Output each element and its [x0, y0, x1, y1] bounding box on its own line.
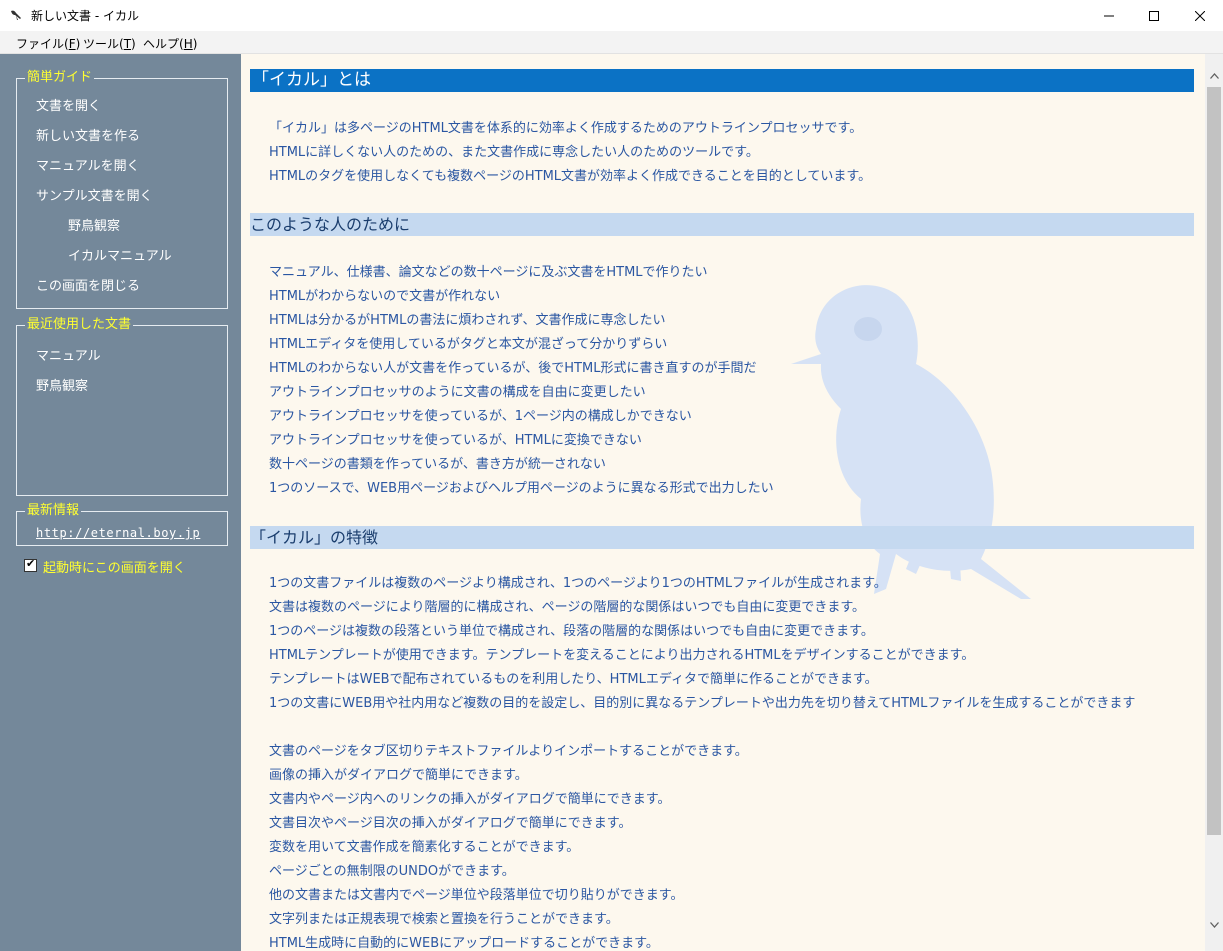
quick-guide-title: 簡単ガイド [25, 69, 95, 86]
recent-documents-title: 最近使用した文書 [25, 316, 134, 333]
sidebar-item-open-sample[interactable]: サンプル文書を開く [36, 188, 153, 205]
sidebar-item-sample-ikaru-manual[interactable]: イカルマニュアル [68, 248, 172, 265]
sidebar-item-open-document[interactable]: 文書を開く [36, 98, 101, 115]
feature-line-6: 1つの文書にWEB用や社内用など複数の目的を設定し、目的別に異なるテンプレートや… [269, 696, 1136, 711]
recent-documents-group: 最近使用した文書 マニュアル 野鳥観察 [16, 316, 228, 496]
scroll-down-button[interactable] [1205, 916, 1223, 934]
feature-line-13: 他の文書または文書内でページ単位や段落単位で切り貼りができます。 [269, 888, 684, 903]
startup-checkbox[interactable]: ✔ [24, 557, 37, 572]
feature-line-15: HTML生成時に自動的にWEBにアップロードすることができます。 [269, 936, 659, 951]
recent-item-manual[interactable]: マニュアル [36, 348, 101, 365]
about-line-2: HTMLに詳しくない人のための、また文書作成に専念したい人のためのツールです。 [269, 145, 759, 160]
window-title: 新しい文書 - イカル [31, 9, 139, 23]
feature-line-14: 文字列または正規表現で検索と置換を行うことができます。 [269, 912, 619, 927]
feature-line-7: 文書のページをタブ区切りテキストファイルよりインポートすることができます。 [269, 744, 748, 759]
sidebar: 簡単ガイド 文書を開く 新しい文書を作る マニュアルを開く サンプル文書を開く … [0, 54, 241, 951]
target-line-1: マニュアル、仕様書、論文などの数十ページに及ぶ文書をHTMLで作りたい [269, 265, 708, 280]
target-line-9: 数十ページの書類を作っているが、書き方が統一されない [269, 457, 606, 472]
about-line-1: 「イカル」は多ページのHTML文書を体系的に効率よく作成するためのアウトラインプ… [269, 121, 863, 136]
startup-checkbox-label[interactable]: 起動時にこの画面を開く [43, 557, 186, 576]
feature-line-12: ページごとの無制限のUNDOができます。 [269, 864, 515, 879]
heading-target-users: このような人のために [250, 213, 1194, 236]
menu-tools[interactable]: ツール(T) [83, 35, 136, 52]
feature-line-5: テンプレートはWEBで配布されているものを利用したり、HTMLエディタで簡単に作… [269, 672, 878, 687]
checkbox-check-icon: ✔ [26, 557, 36, 570]
feature-line-3: 1つのページは複数の段落という単位で構成され、段落の階層的な関係はいつでも自由に… [269, 624, 874, 639]
menu-bar: ファイル(F) ツール(T) ヘルプ(H) [0, 31, 1223, 54]
bird-watermark [791, 285, 1031, 599]
close-button[interactable] [1177, 0, 1223, 31]
feature-line-4: HTMLテンプレートが使用できます。テンプレートを変えることにより出力されるHT… [269, 648, 975, 663]
sidebar-item-close-screen[interactable]: この画面を閉じる [36, 278, 140, 295]
target-line-7: アウトラインプロセッサを使っているが、1ページ内の構成しかできない [269, 409, 692, 424]
website-link[interactable]: http://eternal.boy.jp [36, 526, 200, 540]
target-line-4: HTMLエディタを使用しているがタグと本文が混ざって分かりずらい [269, 337, 668, 352]
feature-line-8: 画像の挿入がダイアログで簡単にできます。 [269, 768, 528, 783]
news-group: 最新情報 http://eternal.boy.jp [16, 502, 228, 546]
vertical-scrollbar[interactable] [1205, 54, 1223, 951]
bird-app-icon [11, 10, 21, 20]
sidebar-item-sample-birdwatching[interactable]: 野鳥観察 [68, 218, 120, 235]
heading-about-ikaru: 「イカル」とは [250, 69, 1194, 92]
target-line-5: HTMLのわからない人が文書を作っているが、後でHTML形式に書き直すのが手間だ [269, 361, 757, 376]
scroll-up-button[interactable] [1205, 67, 1223, 85]
about-line-3: HTMLのタグを使用しなくても複数ページのHTML文書が効率よく作成できることを… [269, 169, 872, 184]
target-line-6: アウトラインプロセッサのように文書の構成を自由に変更したい [269, 385, 646, 400]
target-line-3: HTMLは分かるがHTMLの書法に煩わされず、文書作成に専念したい [269, 313, 666, 328]
maximize-icon [1149, 10, 1159, 21]
sidebar-item-new-document[interactable]: 新しい文書を作る [36, 128, 140, 145]
menu-file[interactable]: ファイル(F) [16, 35, 80, 52]
close-icon [1195, 10, 1205, 21]
scroll-thumb[interactable] [1207, 87, 1221, 835]
quick-guide-group: 簡単ガイド 文書を開く 新しい文書を作る マニュアルを開く サンプル文書を開く … [16, 69, 228, 309]
sidebar-item-open-manual[interactable]: マニュアルを開く [36, 158, 140, 175]
scroll-down-icon [1209, 922, 1219, 928]
target-line-10: 1つのソースで、WEB用ページおよびヘルプ用ページのように異なる形式で出力したい [269, 481, 774, 496]
feature-line-11: 変数を用いて文書作成を簡素化することができます。 [269, 840, 580, 855]
title-bar: 新しい文書 - イカル [0, 0, 1223, 32]
feature-line-1: 1つの文書ファイルは複数のページより構成され、1つのページより1つのHTMLファ… [269, 576, 887, 591]
minimize-button[interactable] [1086, 0, 1132, 31]
maximize-button[interactable] [1131, 0, 1177, 31]
feature-line-9: 文書内やページ内へのリンクの挿入がダイアログで簡単にできます。 [269, 792, 671, 807]
scroll-up-icon [1209, 73, 1219, 79]
recent-item-birdwatching[interactable]: 野鳥観察 [36, 378, 88, 395]
menu-help[interactable]: ヘルプ(H) [143, 35, 197, 52]
target-line-8: アウトラインプロセッサを使っているが、HTMLに変換できない [269, 433, 642, 448]
target-line-2: HTMLがわからないので文書が作れない [269, 289, 501, 304]
feature-line-10: 文書目次やページ目次の挿入がダイアログで簡単にできます。 [269, 816, 632, 831]
heading-features: 「イカル」の特徴 [250, 526, 1194, 549]
feature-line-2: 文書は複数のページにより階層的に構成され、ページの階層的な関係はいつでも自由に変… [269, 600, 866, 615]
news-title: 最新情報 [25, 502, 82, 519]
content-pane: 「イカル」とは 「イカル」は多ページのHTML文書を体系的に効率よく作成するため… [241, 54, 1205, 951]
minimize-icon [1104, 15, 1114, 16]
